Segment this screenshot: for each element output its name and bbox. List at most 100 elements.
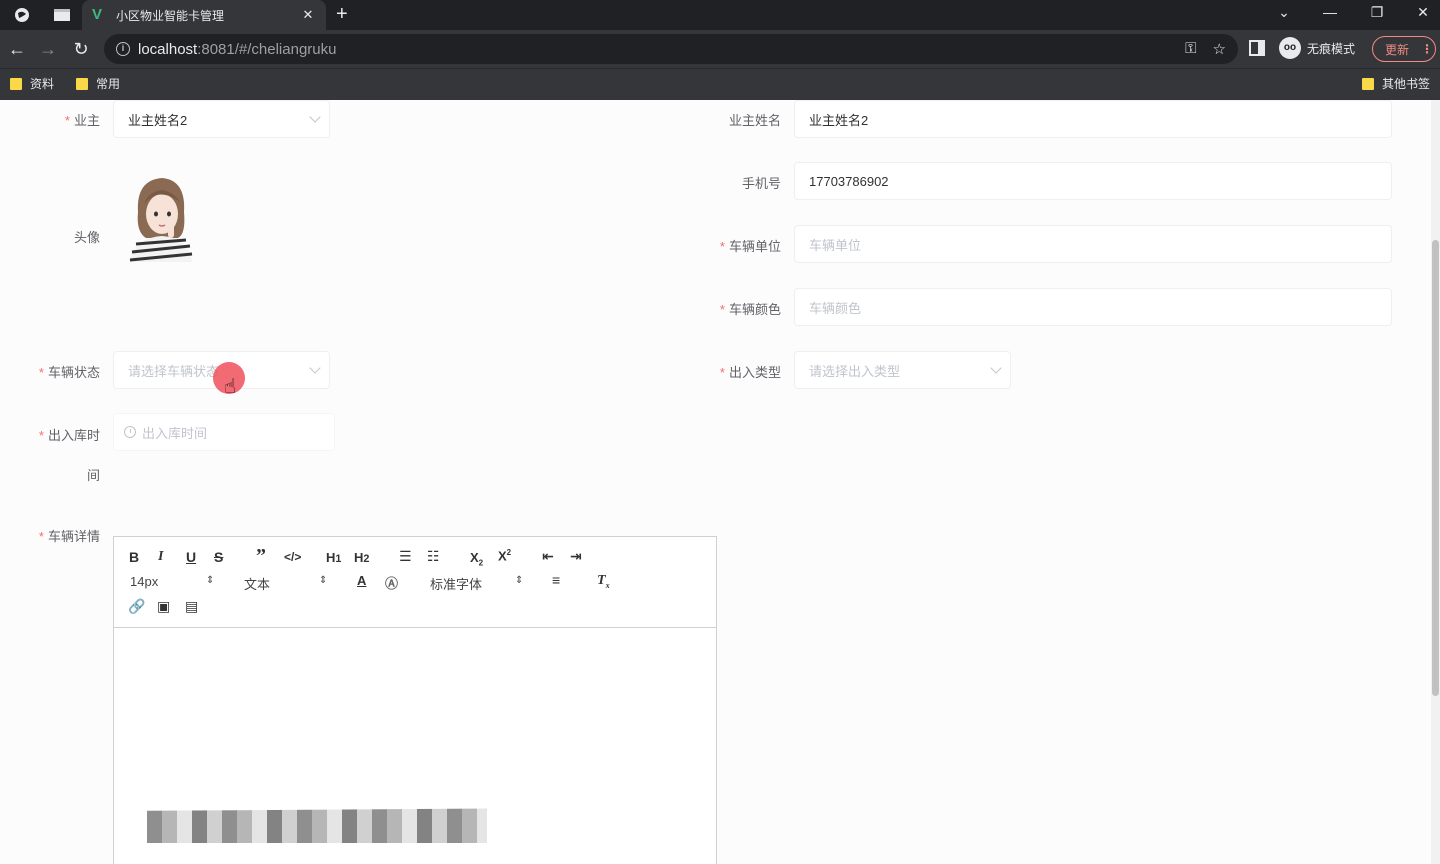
bookmark-folder-other[interactable]: 其他书签 [1362, 75, 1430, 92]
url-path: :8081/#/cheliangruku [197, 40, 337, 58]
video-icon[interactable]: ▤ [185, 598, 198, 615]
inout-type-placeholder: 请选择出入类型 [809, 363, 901, 379]
font-color-icon[interactable]: A [357, 573, 366, 588]
owner-name-label: 业主姓名 [728, 113, 781, 128]
tab-close-icon[interactable]: ✕ [300, 7, 316, 23]
indent-icon[interactable]: ⇥ [570, 548, 582, 565]
updown-arrow-icon: ⇕ [206, 575, 215, 586]
folder-icon [76, 77, 88, 90]
owner-select-value: 业主姓名2 [128, 112, 188, 128]
bold-icon[interactable]: B [129, 549, 139, 565]
owner-name-field[interactable]: 业主姓名2 [794, 100, 1392, 138]
editor-toolbar: B I U S ” </> H1 H2 ☰ ☷ X2 X2 ⇤ ⇥ 14px ⇕… [114, 537, 716, 628]
vehicle-unit-input[interactable]: 车辆单位 [794, 225, 1392, 263]
browser-menu-icon[interactable] [12, 5, 32, 25]
bookmark-folder-changyong[interactable]: 常用 [76, 75, 120, 92]
scrollbar-thumb[interactable] [1432, 240, 1439, 696]
link-icon[interactable]: 🔗 [128, 598, 145, 615]
address-bar: ← → ↻ i localhost:8081/#/cheliangruku ⚿ … [0, 30, 1440, 68]
site-info-icon[interactable]: i [116, 42, 130, 56]
reload-icon[interactable]: ↻ [70, 38, 92, 60]
align-icon[interactable]: ≡ [552, 572, 560, 588]
blockquote-icon[interactable]: ” [256, 545, 266, 568]
vehicle-detail-label: * 车辆详情 [38, 529, 100, 544]
folder-icon [10, 77, 22, 90]
editor-content[interactable] [114, 629, 716, 864]
font-family-select[interactable]: 标准字体 [430, 574, 482, 593]
bookmark-label: 常用 [96, 77, 121, 91]
clock-icon [124, 426, 136, 438]
tab-list-chevron-icon[interactable]: ⌄ [1274, 4, 1294, 21]
vue-logo-icon: V [92, 6, 103, 23]
inout-type-label: * 出入类型 [719, 365, 781, 380]
vehicle-form-page: * 业主 业主姓名2 业主姓名 业主姓名2 头像 手机号 17703786902 … [0, 100, 1440, 864]
new-tab-icon[interactable]: + [336, 3, 348, 26]
side-panel-icon[interactable] [1249, 40, 1265, 56]
vehicle-unit-placeholder: 车辆单位 [809, 237, 862, 253]
avatar-label: 头像 [73, 230, 100, 245]
hand-cursor-icon: ☝ [224, 376, 237, 398]
chevron-down-icon [990, 362, 1002, 374]
restore-icon[interactable]: ❐ [1367, 4, 1387, 21]
vehicle-color-label: * 车辆颜色 [719, 302, 781, 317]
font-size-select[interactable]: 14px [130, 574, 158, 589]
bookmark-star-icon[interactable]: ☆ [1213, 40, 1226, 58]
heading2-icon[interactable]: H2 [354, 550, 369, 565]
phone-field[interactable]: 17703786902 [794, 162, 1392, 200]
outdent-icon[interactable]: ⇤ [542, 548, 554, 565]
page-scrollbar[interactable] [1431, 100, 1440, 864]
inout-time-placeholder: 出入库时间 [142, 425, 208, 441]
window-close-icon[interactable]: ✕ [1413, 4, 1433, 21]
image-icon[interactable]: ▣ [157, 598, 170, 615]
bullet-list-icon[interactable]: ☷ [427, 548, 440, 565]
chevron-down-icon [309, 362, 321, 374]
inout-time-label: * 出入库时 [38, 428, 100, 443]
superscript-icon[interactable]: X2 [498, 548, 511, 563]
heading1-icon[interactable]: H1 [326, 550, 341, 565]
url-input[interactable]: i localhost:8081/#/cheliangruku ⚿ ☆ [104, 34, 1238, 64]
forward-icon[interactable]: → [37, 38, 59, 60]
more-menu-icon: ⋮ [1421, 42, 1434, 56]
owner-label: * 业主 [64, 113, 100, 128]
updown-arrow-icon: ⇕ [319, 575, 328, 586]
back-icon[interactable]: ← [6, 38, 28, 60]
browser-chrome: V 小区物业智能卡管理 ✕ + ⌄ — ❐ ✕ ← → ↻ i localhos… [0, 0, 1440, 100]
incognito-indicator[interactable]: oo 无痕模式 [1279, 37, 1355, 59]
blurred-text [147, 797, 487, 843]
update-label: 更新 [1385, 42, 1410, 57]
tab-strip: V 小区物业智能卡管理 ✕ + ⌄ — ❐ ✕ [0, 0, 1440, 30]
phone-value: 17703786902 [809, 173, 889, 189]
strike-icon[interactable]: S [214, 549, 223, 565]
tab-search-icon[interactable] [52, 5, 72, 25]
code-icon[interactable]: </> [284, 550, 301, 564]
inout-type-select[interactable]: 请选择出入类型 [794, 351, 1011, 389]
vehicle-status-placeholder: 请选择车辆状态 [128, 363, 220, 379]
chevron-down-icon [309, 111, 321, 123]
key-icon[interactable]: ⚿ [1185, 40, 1196, 58]
background-color-icon[interactable]: Ⓐ [385, 573, 398, 592]
owner-select[interactable]: 业主姓名2 [113, 100, 330, 138]
underline-icon[interactable]: U [186, 549, 196, 565]
rich-text-editor: B I U S ” </> H1 H2 ☰ ☷ X2 X2 ⇤ ⇥ 14px ⇕… [113, 536, 717, 864]
italic-icon[interactable]: I [158, 549, 163, 565]
tab-active[interactable]: V 小区物业智能卡管理 ✕ [82, 0, 326, 30]
owner-name-value: 业主姓名2 [809, 112, 869, 128]
url-host: localhost [138, 40, 198, 58]
bookmark-folder-ziliao[interactable]: 资料 [10, 75, 54, 92]
update-button[interactable]: 更新 ⋮ [1372, 36, 1436, 62]
vehicle-color-placeholder: 车辆颜色 [809, 300, 862, 316]
clear-format-icon[interactable]: Tx [597, 573, 610, 590]
updown-arrow-icon: ⇕ [515, 575, 524, 586]
incognito-label: 无痕模式 [1307, 41, 1356, 56]
inout-time-picker[interactable]: 出入库时间 [113, 413, 335, 451]
bookmarks-bar: 资料 常用 其他书签 [0, 68, 1440, 100]
minimize-icon[interactable]: — [1320, 4, 1340, 20]
avatar-image[interactable] [128, 172, 194, 262]
vehicle-status-label: * 车辆状态 [38, 365, 100, 380]
subscript-icon[interactable]: X2 [470, 550, 483, 568]
vehicle-color-input[interactable]: 车辆颜色 [794, 288, 1392, 326]
block-type-select[interactable]: 文本 [244, 574, 270, 593]
ordered-list-icon[interactable]: ☰ [399, 548, 412, 565]
tab-title: 小区物业智能卡管理 [116, 8, 225, 23]
phone-label: 手机号 [741, 176, 781, 191]
